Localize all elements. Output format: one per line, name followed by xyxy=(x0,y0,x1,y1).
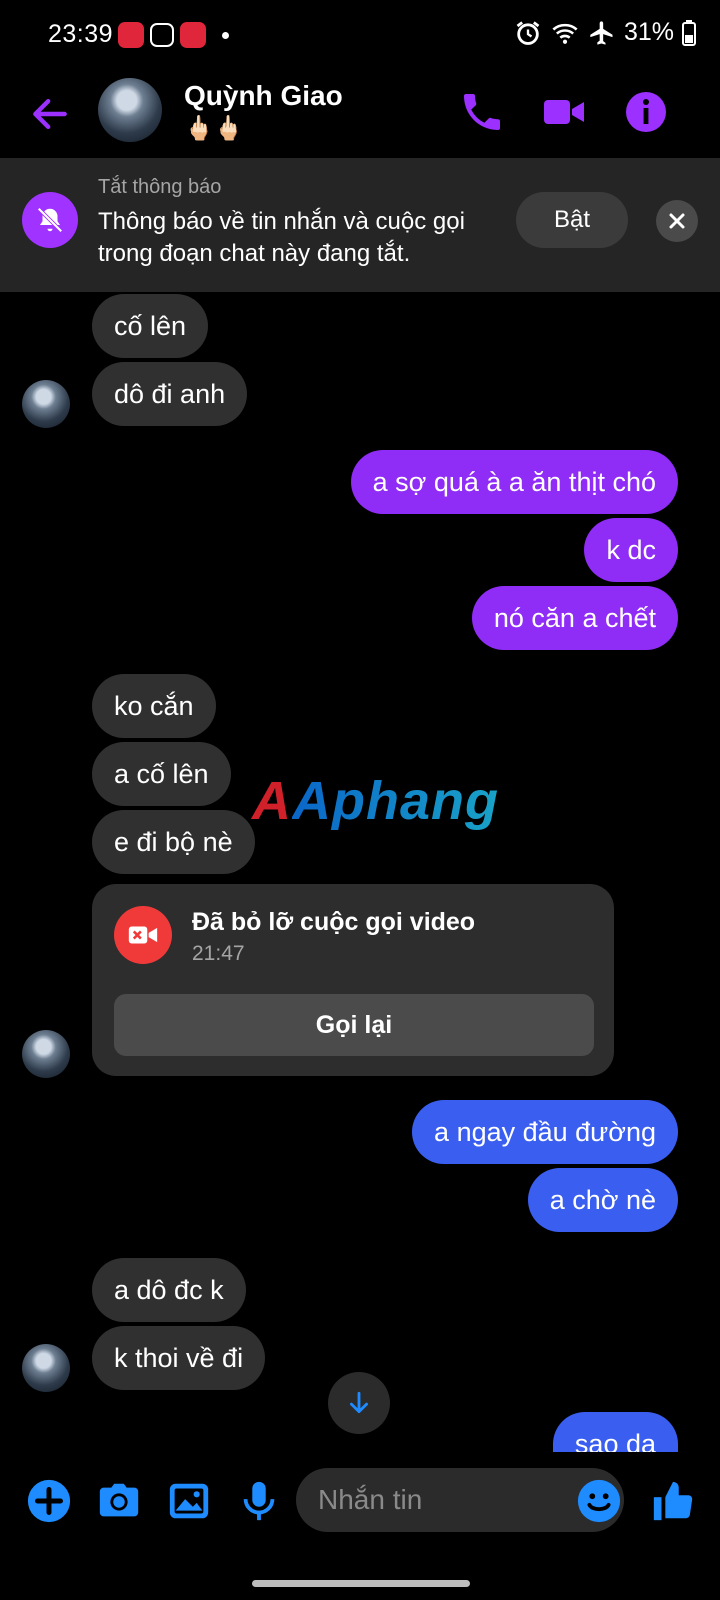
arrow-down-icon xyxy=(350,1391,368,1414)
video-call-icon[interactable] xyxy=(540,88,588,136)
missed-video-call-icon xyxy=(114,906,172,964)
outgoing-message[interactable]: a ngay đầu đường xyxy=(412,1100,678,1164)
outgoing-message[interactable]: a chờ nè xyxy=(527,1168,678,1232)
chat-header: Quỳnh Giao 🖕🏻🖕🏻 xyxy=(0,72,720,158)
phone-call-icon[interactable] xyxy=(458,88,506,136)
incoming-message[interactable]: ko cắn xyxy=(92,674,216,738)
unmute-button[interactable]: Bật xyxy=(516,192,628,248)
outgoing-message[interactable]: a sợ quá à a ăn thịt chó xyxy=(350,450,678,514)
incoming-message[interactable]: k thoi về đi xyxy=(92,1326,266,1390)
thumbs-up-icon[interactable] xyxy=(650,1478,696,1524)
plus-icon[interactable] xyxy=(26,1478,72,1524)
battery-percent: 31% xyxy=(623,18,674,46)
outgoing-message[interactable]: k dc xyxy=(584,518,678,582)
contact-name[interactable]: Quỳnh Giao xyxy=(184,80,343,112)
more-notifications-dot xyxy=(222,32,229,39)
message-input[interactable]: Nhắn tin xyxy=(296,1468,624,1532)
close-icon xyxy=(669,213,685,229)
incoming-message[interactable]: a dô đc k xyxy=(92,1258,246,1322)
bell-off-icon xyxy=(22,192,78,248)
mute-notification-banner: Tắt thông báo Thông báo về tin nhắn và c… xyxy=(0,158,720,292)
camera-icon[interactable] xyxy=(96,1478,142,1524)
sender-avatar[interactable] xyxy=(22,1030,70,1078)
outgoing-message[interactable]: sao da xyxy=(552,1412,678,1452)
sender-avatar[interactable] xyxy=(22,1344,70,1392)
status-bar: 23:39 31% xyxy=(0,0,720,72)
microphone-icon[interactable] xyxy=(236,1478,282,1524)
incoming-message[interactable]: dô đi anh xyxy=(92,362,248,426)
outgoing-message[interactable]: nó căn a chết xyxy=(471,586,678,650)
home-indicator xyxy=(252,1580,470,1587)
incoming-message[interactable]: cố lên xyxy=(92,294,209,358)
battery-icon xyxy=(682,19,696,46)
app-notification-icon xyxy=(118,22,144,48)
wifi-icon xyxy=(552,23,578,44)
banner-text: Thông báo về tin nhắn và cuộc gọi trong … xyxy=(98,208,465,267)
close-banner-button[interactable] xyxy=(656,200,698,242)
message-composer: Nhắn tin xyxy=(0,1452,720,1556)
alarm-icon xyxy=(516,20,540,45)
banner-title: Tắt thông báo xyxy=(98,176,222,198)
airplane-icon xyxy=(590,20,613,45)
watermark-logo: AAphang xyxy=(252,771,499,831)
emoji-icon[interactable] xyxy=(576,1478,622,1524)
info-icon[interactable] xyxy=(622,88,670,136)
missed-call-title: Đã bỏ lỡ cuộc gọi video xyxy=(192,908,476,936)
contact-status-emoji: 🖕🏻🖕🏻 xyxy=(184,115,244,142)
scroll-to-bottom-button[interactable] xyxy=(328,1372,390,1434)
back-arrow-icon[interactable] xyxy=(28,92,72,136)
missed-call-card: Đã bỏ lỡ cuộc gọi video 21:47 Gọi lại xyxy=(92,884,614,1076)
call-back-button[interactable]: Gọi lại xyxy=(114,994,594,1056)
app-notification-icon xyxy=(180,22,206,48)
incoming-message[interactable]: a cố lên xyxy=(92,742,231,806)
missed-call-time: 21:47 xyxy=(192,942,245,965)
instagram-icon xyxy=(150,23,174,47)
incoming-message[interactable]: e đi bộ nè xyxy=(92,810,255,874)
contact-avatar[interactable] xyxy=(98,78,162,142)
gallery-icon[interactable] xyxy=(166,1478,212,1524)
sender-avatar[interactable] xyxy=(22,380,70,428)
status-time: 23:39 xyxy=(48,20,114,48)
